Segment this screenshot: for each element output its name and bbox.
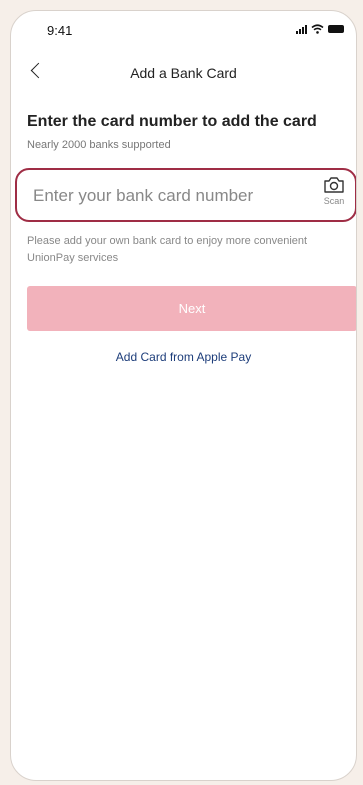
helper-note: Please add your own bank card to enjoy m… — [27, 235, 308, 264]
status-icons — [296, 23, 344, 35]
nav-bar: Add a Bank Card — [11, 61, 356, 91]
wifi-icon — [311, 24, 324, 34]
section-subheading: Nearly 2000 banks supported — [27, 139, 171, 151]
card-number-field: Scan — [15, 168, 356, 222]
battery-icon — [328, 25, 344, 33]
page-title: Add a Bank Card — [130, 65, 237, 81]
camera-icon — [324, 177, 344, 193]
next-button[interactable]: Next — [27, 286, 356, 331]
add-card-from-apple-pay-link[interactable]: Add Card from Apple Pay — [11, 350, 356, 364]
section-heading: Enter the card number to add the card — [27, 113, 317, 130]
signal-icon — [296, 24, 307, 34]
phone-frame: 9:41 Add a Bank Card Enter the card numb… — [10, 10, 357, 781]
scan-button[interactable]: Scan — [317, 176, 351, 214]
card-number-input[interactable] — [31, 180, 305, 212]
status-time: 9:41 — [47, 23, 73, 38]
status-bar: 9:41 — [11, 11, 356, 49]
scan-label: Scan — [323, 196, 345, 206]
